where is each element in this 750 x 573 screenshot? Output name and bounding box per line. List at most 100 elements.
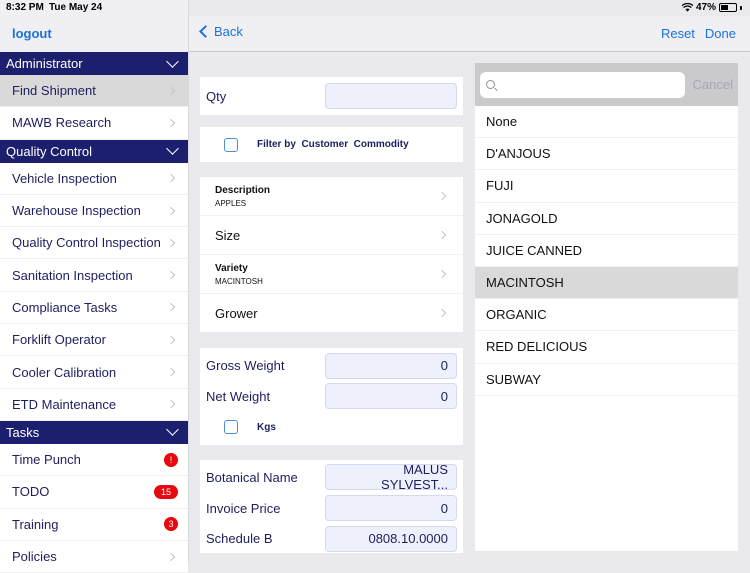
section-header-quality-control[interactable]: Quality Control [0, 139, 188, 163]
notification-badge: ! [164, 452, 178, 467]
shipment-form: Qty Filter by Customer Commodity Descrip… [189, 53, 474, 563]
qty-label: Qty [206, 88, 227, 104]
sidebar-item-mawb-research[interactable]: MAWB Research [0, 107, 188, 140]
option-list: None D'ANJOUS FUJI JONAGOLD JUICE CANNED MACI… [475, 106, 738, 396]
chevron-right-icon [166, 303, 176, 312]
net-weight-input[interactable]: 0 [325, 383, 457, 409]
variety-label: Variety [215, 262, 248, 274]
qty-input[interactable] [325, 83, 457, 109]
wifi-icon [681, 3, 693, 12]
section-header-tasks[interactable]: Tasks [0, 420, 188, 444]
section-title: Quality Control [6, 143, 92, 159]
section-header-administrator[interactable]: Administrator [0, 52, 188, 75]
option-item[interactable]: JUICE CANNED [475, 235, 738, 267]
chevron-right-icon [166, 335, 176, 344]
description-value: APPLES [215, 198, 247, 208]
search-input[interactable] [480, 71, 685, 98]
chevron-right-icon [166, 173, 176, 183]
status-date: Tue May 24 [49, 2, 103, 13]
battery-percent: 47% [695, 2, 716, 13]
size-row[interactable]: Size [200, 216, 463, 255]
gross-weight-input[interactable]: 0 [325, 352, 457, 379]
variety-value: MACINTOSH [215, 276, 263, 286]
schedule-b-label: Schedule B [206, 531, 273, 546]
status-bar: 8:32 PM Tue May 24 47% [0, 0, 750, 16]
sidebar-item-find-shipment[interactable]: Find Shipment [0, 75, 188, 108]
navigation-bar: Back Reset Done [189, 16, 750, 52]
sidebar-item-time-punch[interactable]: Time Punch! [0, 443, 188, 477]
schedule-b-input[interactable]: 0808.10.0000 [325, 525, 457, 552]
chevron-right-icon [166, 367, 176, 377]
filter-customer-commodity-checkbox[interactable] [224, 137, 238, 152]
sidebar-item-training[interactable]: Training 3 [0, 508, 188, 541]
sidebar-item-policies[interactable]: Policies [0, 540, 188, 573]
sidebar-item-label: TODO [12, 484, 50, 500]
battery-icon [719, 3, 737, 12]
sidebar-item-warehouse-inspection[interactable]: Warehouse Inspection [0, 194, 188, 228]
option-item[interactable]: None [475, 106, 738, 139]
chevron-left-icon [199, 25, 212, 38]
qty-card: Qty [200, 77, 463, 115]
sidebar-item-label: Quality Control Inspection [12, 235, 161, 251]
kgs-label: Kgs [257, 421, 276, 433]
chevron-right-icon [437, 191, 447, 201]
filter-label: Filter by Customer Commodity [257, 139, 409, 150]
sidebar-item-label: Sanitation Inspection [12, 267, 133, 283]
sidebar-item-etd-maintenance[interactable]: ETD Maintenance [0, 388, 188, 421]
sidebar-item-todo[interactable]: TODO 15 [0, 476, 188, 509]
option-item[interactable]: MACINTOSH [475, 266, 738, 300]
section-title: Administrator [6, 56, 83, 71]
botanical-name-label: Botanical Name [206, 469, 298, 485]
done-button[interactable]: Done [705, 26, 736, 41]
sidebar-item-quality-control-inspection[interactable]: Quality Control Inspection [0, 227, 188, 260]
variety-row[interactable]: Variety MACINTOSH [200, 255, 463, 294]
invoice-price-input[interactable]: 0 [325, 495, 457, 521]
status-indicators: 47% [681, 2, 742, 13]
sidebar-item-cooler-calibration[interactable]: Cooler Calibration [0, 356, 188, 389]
sidebar-item-label: ETD Maintenance [12, 396, 117, 412]
sidebar-item-label: Warehouse Inspection [12, 203, 141, 219]
size-label: Size [215, 227, 241, 243]
description-row[interactable]: Description APPLES [200, 177, 463, 216]
notification-badge: 3 [164, 517, 178, 532]
reset-button[interactable]: Reset [661, 26, 695, 41]
product-card: Description APPLES Size Variety MACINTOSH … [200, 177, 463, 332]
option-item[interactable]: SUBWAY [475, 364, 738, 396]
grower-label: Grower [215, 305, 258, 321]
chevron-right-icon [166, 86, 176, 95]
chevron-right-icon [437, 269, 447, 279]
sidebar-item-label: Time Punch [12, 452, 81, 468]
back-button[interactable]: Back [197, 24, 243, 39]
status-time: 8:32 PM [6, 2, 44, 13]
sidebar-item-label: Cooler Calibration [12, 364, 117, 380]
net-weight-label: Net Weight [206, 388, 271, 404]
chevron-down-icon[interactable] [166, 423, 179, 437]
chevron-right-icon [166, 400, 176, 409]
sidebar-item-forklift-operator[interactable]: Forklift Operator [0, 324, 188, 357]
chevron-down-icon[interactable] [166, 54, 179, 68]
option-item[interactable]: ORGANIC [475, 299, 738, 332]
option-item[interactable]: JONAGOLD [475, 203, 738, 235]
option-item[interactable]: RED DELICIOUS [475, 331, 738, 364]
sidebar-item-compliance-tasks[interactable]: Compliance Tasks [0, 291, 188, 325]
cancel-button[interactable]: Cancel [693, 77, 733, 92]
option-item[interactable]: FUJI [475, 170, 738, 203]
kgs-checkbox[interactable] [224, 420, 238, 434]
sidebar-item-sanitation-inspection[interactable]: Sanitation Inspection [0, 259, 188, 292]
notification-badge: 15 [154, 484, 178, 499]
logout-link[interactable]: logout [12, 26, 52, 41]
option-item[interactable]: D'ANJOUS [475, 138, 738, 171]
invoice-price-label: Invoice Price [206, 500, 281, 516]
sidebar-item-label: MAWB Research [12, 115, 112, 131]
chevron-right-icon [437, 230, 447, 240]
grower-row[interactable]: Grower [200, 294, 463, 332]
botanical-name-input[interactable]: MALUS SYLVEST... [325, 462, 457, 492]
sidebar-item-vehicle-inspection[interactable]: Vehicle Inspection [0, 162, 188, 195]
sidebar-item-label: Policies [12, 549, 57, 564]
sidebar-item-label: Compliance Tasks [12, 299, 118, 315]
chevron-down-icon[interactable] [166, 142, 179, 155]
chevron-right-icon [166, 270, 176, 280]
chevron-right-icon [166, 552, 176, 561]
sidebar-item-label: Training [12, 516, 59, 532]
details-card: Botanical Name MALUS SYLVEST... Invoice … [200, 460, 463, 553]
